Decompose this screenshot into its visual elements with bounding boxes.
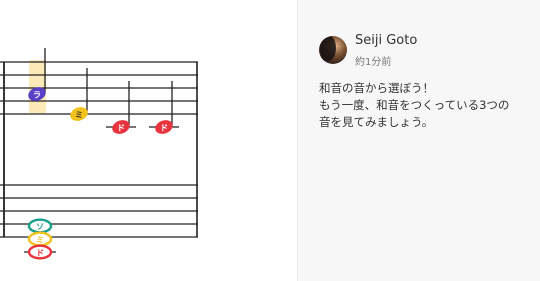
music-score-panel: ラミドドソミド [0,0,297,281]
note-syllable: ラ [33,91,41,100]
chord-note-syllable: ド [36,249,44,258]
note-syllable: ミ [75,111,83,120]
author-avatar[interactable] [319,36,347,64]
comment-line: 和音の音から選ぼう！ [319,81,434,95]
comment-timestamp: 約1分前 [355,57,392,68]
chord-note-syllable: ソ [36,223,44,232]
chord-note-syllable: ミ [36,236,44,245]
author-name[interactable]: Seiji Goto [355,33,417,48]
music-score: ラミド ドソミド [0,48,198,260]
note-syllable: ド [160,124,168,133]
note-syllable: ド [117,124,125,133]
note-highlight [29,60,46,113]
avatar-image [319,36,347,64]
staff-lines [0,60,198,238]
comment-line: もう一度、和音をつくっている3つの [319,98,510,112]
comment-message: 和音の音から選ぼう！ もう一度、和音をつくっている3つの 音を見てみましょう。 [319,80,535,131]
comment-panel: Seiji Goto 約1分前 和音の音から選ぼう！ もう一度、和音をつくってい… [298,0,540,281]
score-notes: ラミド ドソミド [24,48,179,260]
comment-line: 音を見てみましょう。 [319,115,434,129]
